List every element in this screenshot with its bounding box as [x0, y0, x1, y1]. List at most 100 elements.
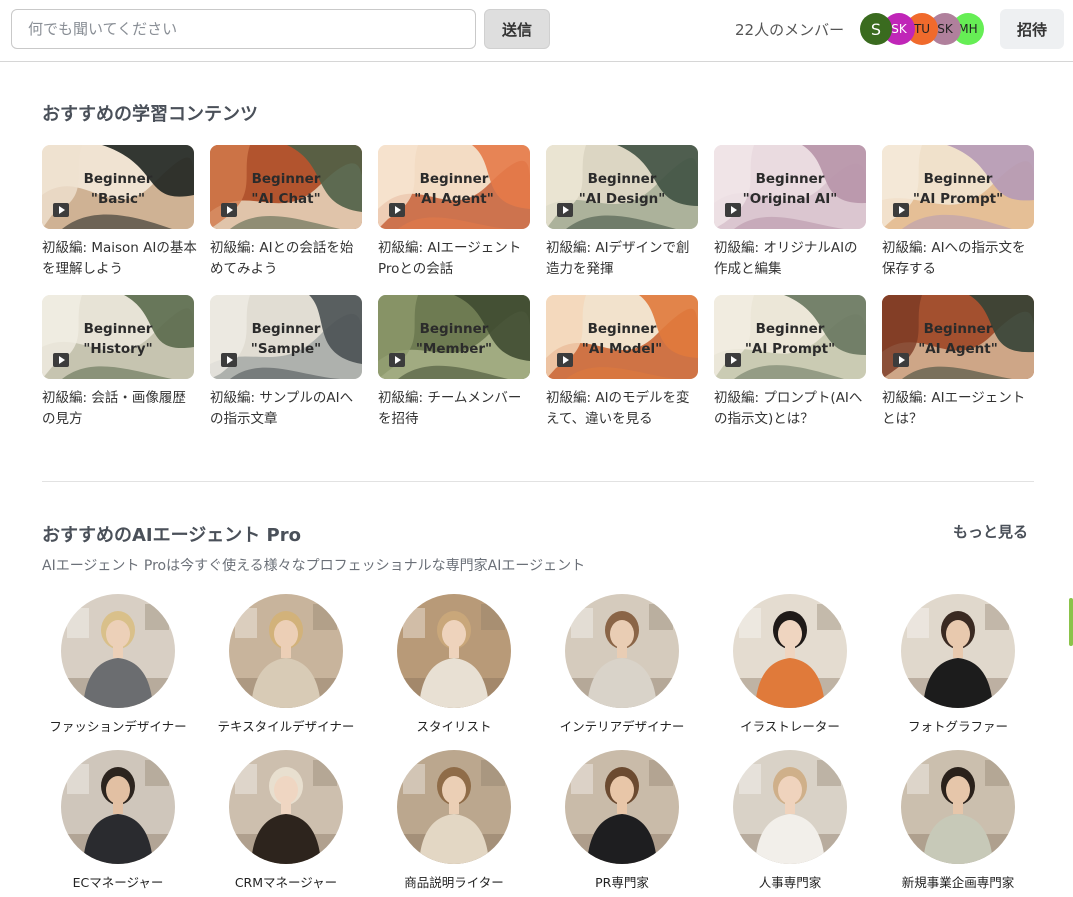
play-icon[interactable] [221, 203, 237, 217]
learning-card[interactable]: Beginner "AI Agent" 初級編: AIエージェントとは？ [882, 295, 1034, 430]
agent-portrait[interactable] [733, 750, 847, 864]
member-avatars[interactable]: S SK TU SK MH [860, 13, 984, 45]
learning-card[interactable]: Beginner "History" 初級編: 会話・画像履歴の見方 [42, 295, 194, 430]
agent-name[interactable]: インテリアデザイナー [552, 716, 692, 735]
card-title[interactable]: 初級編: AIとの会話を始めてみよう [210, 238, 366, 280]
agent-name[interactable]: CRMマネージャー [216, 872, 356, 891]
video-thumbnail[interactable]: Beginner "Basic" [42, 145, 194, 229]
play-icon[interactable] [53, 203, 69, 217]
agent-name[interactable]: 人事専門家 [720, 872, 860, 891]
agent-name[interactable]: 商品説明ライター [384, 872, 524, 891]
video-thumbnail[interactable]: Beginner "AI Agent" [882, 295, 1034, 379]
card-title[interactable]: 初級編: AIへの指示文を保存する [882, 238, 1038, 280]
side-tab-handle[interactable] [1069, 598, 1073, 646]
video-thumbnail[interactable]: Beginner "AI Prompt" [714, 295, 866, 379]
play-icon[interactable] [725, 203, 741, 217]
invite-button[interactable]: 招待 [1000, 9, 1064, 49]
agent-name[interactable]: イラストレーター [720, 716, 860, 735]
video-thumbnail[interactable]: Beginner "Original AI" [714, 145, 866, 229]
learning-card[interactable]: Beginner "AI Prompt" 初級編: AIへの指示文を保存する [882, 145, 1034, 280]
card-title[interactable]: 初級編: AIのモデルを変えて、違いを見る [546, 388, 702, 430]
learning-card[interactable]: Beginner "Original AI" 初級編: オリジナルAIの作成と編集 [714, 145, 866, 280]
agent-portrait[interactable] [397, 750, 511, 864]
agent-portrait[interactable] [901, 594, 1015, 708]
video-thumbnail[interactable]: Beginner "AI Design" [546, 145, 698, 229]
agent-portrait[interactable] [229, 594, 343, 708]
video-thumbnail[interactable]: Beginner "Member" [378, 295, 530, 379]
play-icon[interactable] [557, 353, 573, 367]
card-title[interactable]: 初級編: チームメンバーを招待 [378, 388, 534, 430]
learning-card[interactable]: Beginner "AI Model" 初級編: AIのモデルを変えて、違いを見る [546, 295, 698, 430]
agent-card[interactable]: 人事専門家 [720, 750, 860, 891]
learning-card[interactable]: Beginner "AI Design" 初級編: AIデザインで創造力を発揮 [546, 145, 698, 280]
agent-card[interactable]: ECマネージャー [48, 750, 188, 891]
play-icon[interactable] [53, 353, 69, 367]
member-count[interactable]: 22人のメンバー [735, 19, 844, 40]
video-thumbnail[interactable]: Beginner "AI Agent" [378, 145, 530, 229]
search-input[interactable] [11, 9, 476, 49]
card-title[interactable]: 初級編: AIエージェントとは？ [882, 388, 1038, 430]
agent-card[interactable]: インテリアデザイナー [552, 594, 692, 735]
learning-card[interactable]: Beginner "Sample" 初級編: サンプルのAIへの指示文章 [210, 295, 362, 430]
video-thumbnail[interactable]: Beginner "AI Model" [546, 295, 698, 379]
play-icon[interactable] [893, 353, 909, 367]
thumbnail-level: Beginner [755, 171, 825, 187]
card-title[interactable]: 初級編: AIエージェントProとの会話 [378, 238, 534, 280]
learning-card[interactable]: Beginner "Basic" 初級編: Maison AIの基本を理解しよう [42, 145, 197, 280]
agent-card[interactable]: ファッションデザイナー [48, 594, 188, 735]
thumbnail-level: Beginner [83, 321, 153, 337]
play-icon[interactable] [893, 203, 909, 217]
learning-card[interactable]: Beginner "AI Prompt" 初級編: プロンプト(AIへの指示文)とは… [714, 295, 866, 430]
agent-card[interactable]: 商品説明ライター [384, 750, 524, 891]
agent-portrait[interactable] [61, 594, 175, 708]
learning-card[interactable]: Beginner "AI Agent" 初級編: AIエージェントProとの会話 [378, 145, 530, 280]
video-thumbnail[interactable]: Beginner "Sample" [210, 295, 362, 379]
card-title[interactable]: 初級編: サンプルのAIへの指示文章 [210, 388, 366, 430]
agent-name[interactable]: ファッションデザイナー [48, 716, 188, 735]
member-avatar[interactable]: S [860, 13, 892, 45]
agent-card[interactable]: PR専門家 [552, 750, 692, 891]
agent-card[interactable]: 新規事業企画専門家 [888, 750, 1028, 891]
agent-portrait[interactable] [733, 594, 847, 708]
card-title[interactable]: 初級編: オリジナルAIの作成と編集 [714, 238, 870, 280]
agent-card[interactable]: テキスタイルデザイナー [216, 594, 356, 735]
agent-name[interactable]: PR専門家 [552, 872, 692, 891]
agents-subtitle: AIエージェント Proは今すぐ使える様々なプロフェッショナルな専門家AIエージ… [42, 558, 586, 574]
card-title[interactable]: 初級編: Maison AIの基本を理解しよう [42, 238, 198, 280]
agent-card[interactable]: イラストレーター [720, 594, 860, 735]
play-icon[interactable] [389, 353, 405, 367]
portrait-illustration [565, 750, 679, 864]
play-icon[interactable] [221, 353, 237, 367]
thumbnail-level: Beginner [755, 321, 825, 337]
agent-portrait[interactable] [397, 594, 511, 708]
learning-card[interactable]: Beginner "Member" 初級編: チームメンバーを招待 [378, 295, 530, 430]
card-title[interactable]: 初級編: プロンプト(AIへの指示文)とは？ [714, 388, 870, 430]
thumbnail-level: Beginner [587, 171, 657, 187]
card-title[interactable]: 初級編: AIデザインで創造力を発揮 [546, 238, 702, 280]
video-thumbnail[interactable]: Beginner "History" [42, 295, 194, 379]
agent-portrait[interactable] [901, 750, 1015, 864]
send-button[interactable]: 送信 [484, 9, 550, 49]
learning-card[interactable]: Beginner "AI Chat" 初級編: AIとの会話を始めてみよう [210, 145, 362, 280]
portrait-illustration [901, 750, 1015, 864]
agent-card[interactable]: フォトグラファー [888, 594, 1028, 735]
see-more-link[interactable]: もっと見る [953, 521, 1028, 542]
agent-name[interactable]: フォトグラファー [888, 716, 1028, 735]
portrait-illustration [901, 594, 1015, 708]
agent-portrait[interactable] [229, 750, 343, 864]
play-icon[interactable] [389, 203, 405, 217]
card-title[interactable]: 初級編: 会話・画像履歴の見方 [42, 388, 198, 430]
agent-portrait[interactable] [61, 750, 175, 864]
agent-name[interactable]: 新規事業企画専門家 [888, 872, 1028, 891]
video-thumbnail[interactable]: Beginner "AI Chat" [210, 145, 362, 229]
agent-name[interactable]: ECマネージャー [48, 872, 188, 891]
agent-portrait[interactable] [565, 750, 679, 864]
video-thumbnail[interactable]: Beginner "AI Prompt" [882, 145, 1034, 229]
play-icon[interactable] [557, 203, 573, 217]
play-icon[interactable] [725, 353, 741, 367]
agent-name[interactable]: テキスタイルデザイナー [216, 716, 356, 735]
agent-name[interactable]: スタイリスト [384, 716, 524, 735]
agent-card[interactable]: CRMマネージャー [216, 750, 356, 891]
agent-portrait[interactable] [565, 594, 679, 708]
agent-card[interactable]: スタイリスト [384, 594, 524, 735]
